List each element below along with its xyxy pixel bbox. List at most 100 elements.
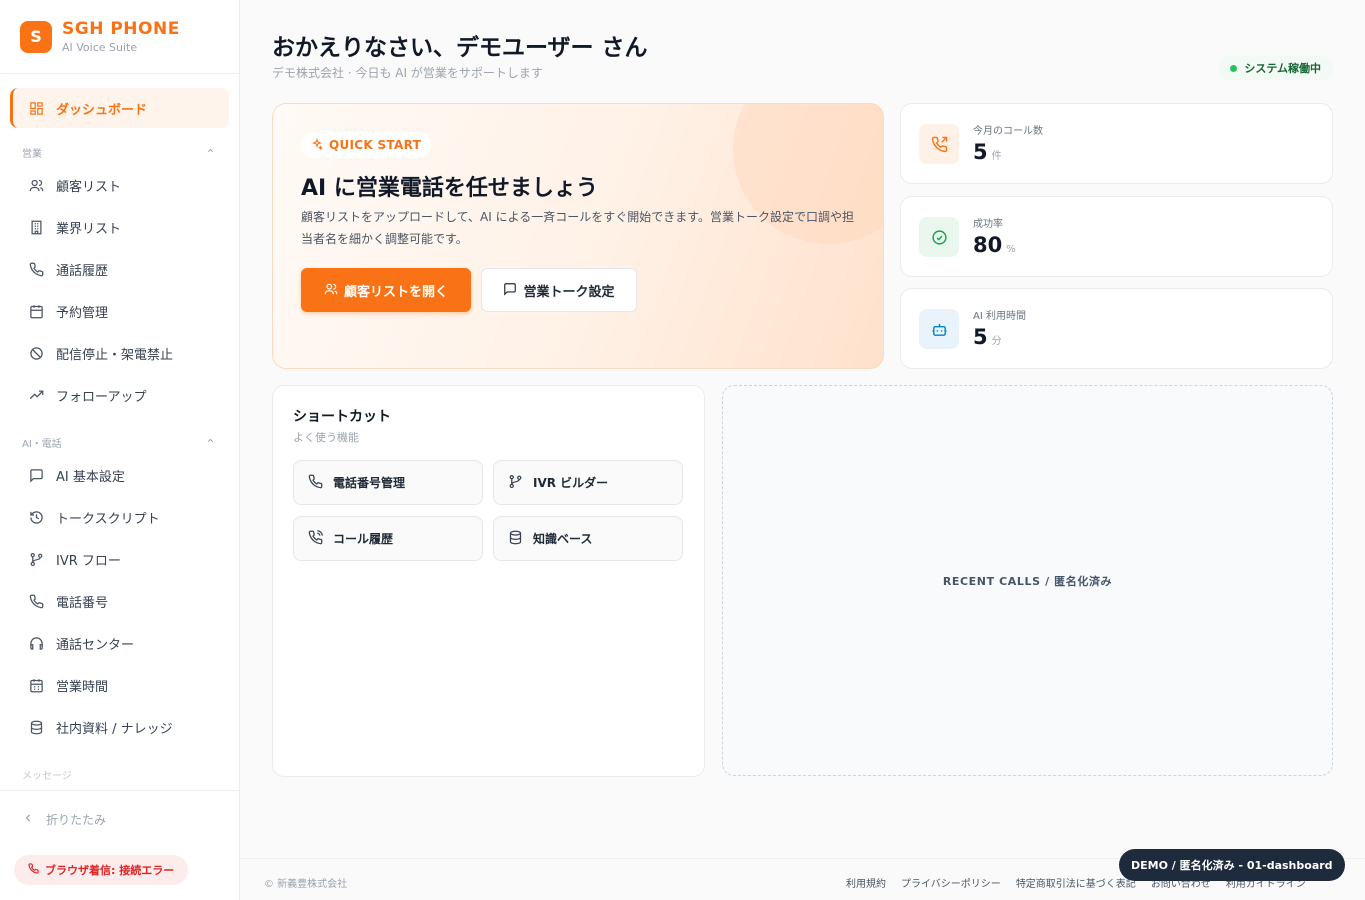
button-label: 顧客リストを開く <box>343 283 448 299</box>
sidebar-item-label: トークスクリプト <box>56 511 160 527</box>
chevron-left-icon <box>22 812 34 827</box>
section-ai-phone-header[interactable]: AI・電話 <box>10 430 229 454</box>
sidebar-item-knowledge[interactable]: 社内資料 / ナレッジ <box>10 706 229 748</box>
sidebar-item-dashboard[interactable]: ダッシュボード <box>10 88 229 128</box>
headset-icon <box>28 635 44 651</box>
sidebar-item-industries[interactable]: 業界リスト <box>10 206 229 248</box>
page-title: おかえりなさい、デモユーザー さん <box>272 35 648 61</box>
sidebar-item-reservations[interactable]: 予約管理 <box>10 290 229 332</box>
chat-icon <box>503 282 517 299</box>
shortcut-ivr-builder[interactable]: IVR ビルダー <box>493 460 683 505</box>
tag-text: QUICK START <box>329 138 422 152</box>
history-icon <box>28 509 44 525</box>
browser-call-error-badge[interactable]: ブラウザ着信: 接続エラー <box>14 855 189 885</box>
shortcuts-subtitle: よく使う機能 <box>293 431 359 444</box>
section-messages-header[interactable]: メッセージ <box>10 762 229 786</box>
hero-description: 顧客リストをアップロードして、AI による一斉コールをすぐ開始できます。営業トー… <box>301 210 855 246</box>
section-title: AI・電話 <box>22 438 62 450</box>
sidebar-item-customers[interactable]: 顧客リスト <box>10 164 229 206</box>
collapse-sidebar-button[interactable]: 折りたたみ <box>22 811 106 828</box>
stat-label: 成功率 <box>973 219 1003 230</box>
sidebar-item-talk-script[interactable]: トークスクリプト <box>10 496 229 538</box>
sidebar-item-label: 顧客リスト <box>56 179 122 195</box>
bot-icon <box>919 309 959 349</box>
recent-calls-placeholder: RECENT CALLS / 匿名化済み <box>722 385 1333 776</box>
chat-icon <box>28 467 44 483</box>
sidebar-item-ivr-flow[interactable]: IVR フロー <box>10 538 229 580</box>
database-icon <box>28 719 44 735</box>
hero-title: AI に営業電話を任せましょう <box>301 176 598 201</box>
sidebar-item-do-not-call[interactable]: 配信停止・架電禁止 <box>10 332 229 374</box>
sidebar-item-follow-up[interactable]: フォローアップ <box>10 374 229 416</box>
footer-link-commerce-law[interactable]: 特定商取引法に基づく表記 <box>1016 875 1136 890</box>
error-text: ブラウザ着信: 接続エラー <box>45 864 175 877</box>
section-sales-header[interactable]: 営業 <box>10 140 229 164</box>
section-title: 営業 <box>22 148 42 160</box>
users-icon <box>324 282 338 299</box>
sidebar-item-label: AI 基本設定 <box>56 469 125 485</box>
stat-label: AI 利用時間 <box>973 311 1026 322</box>
stat-number: 5 <box>973 325 988 349</box>
main-content: おかえりなさい、デモユーザー さん デモ株式会社 · 今日も AI が営業をサポ… <box>240 0 1365 900</box>
shortcuts-title: ショートカット <box>293 409 391 425</box>
shortcut-label: 電話番号管理 <box>333 476 406 490</box>
open-customer-list-button[interactable]: 顧客リストを開く <box>301 268 471 312</box>
quick-start-card: QUICK START AI に営業電話を任せましょう 顧客リストをアップロード… <box>272 103 884 369</box>
phone-call-icon <box>308 529 323 548</box>
brand[interactable]: S SGH PHONE AI Voice Suite <box>0 0 239 74</box>
trend-icon <box>28 387 44 403</box>
sidebar-nav: ダッシュボード 営業 顧客リスト 業界リスト 通話履歴 予約管理 配信停止・架電… <box>0 74 239 786</box>
shortcut-call-history[interactable]: コール履歴 <box>293 516 483 561</box>
shortcut-knowledge-base[interactable]: 知識ベース <box>493 516 683 561</box>
ban-icon <box>28 345 44 361</box>
phone-icon <box>308 474 323 492</box>
phone-icon <box>28 593 44 609</box>
database-icon <box>508 530 523 548</box>
shortcut-label: IVR ビルダー <box>533 476 609 490</box>
sidebar-item-label: 予約管理 <box>56 305 109 321</box>
sidebar-item-call-history[interactable]: 通話履歴 <box>10 248 229 290</box>
collapse-label: 折りたたみ <box>46 813 107 827</box>
stat-value: 80% <box>973 233 1016 257</box>
page-subtitle: デモ株式会社 · 今日も AI が営業をサポートします <box>272 66 543 80</box>
stat-card-success-rate[interactable]: 成功率 80% <box>900 196 1333 277</box>
check-circle-icon <box>919 217 959 257</box>
calendar-icon <box>28 303 44 319</box>
footer-link-terms[interactable]: 利用規約 <box>846 875 886 890</box>
brand-subtitle: AI Voice Suite <box>62 40 138 54</box>
sparkle-icon <box>311 137 324 153</box>
sidebar-item-call-center[interactable]: 通話センター <box>10 622 229 664</box>
stat-card-ai-usage[interactable]: AI 利用時間 5分 <box>900 288 1333 369</box>
sidebar-item-label: 社内資料 / ナレッジ <box>56 721 173 737</box>
calendar-icon <box>28 677 44 693</box>
shortcuts-card: ショートカット よく使う機能 電話番号管理 IVR ビルダー コール履歴 知識ベ… <box>272 385 705 777</box>
phone-outgoing-icon <box>919 124 959 164</box>
chevron-up-icon <box>206 436 215 448</box>
stat-number: 5 <box>973 140 988 164</box>
branch-icon <box>28 551 44 567</box>
shortcut-label: 知識ベース <box>533 532 593 546</box>
sidebar-item-label: 通話センター <box>56 637 135 653</box>
sidebar: S SGH PHONE AI Voice Suite ダッシュボード 営業 顧客… <box>0 0 240 900</box>
sidebar-item-label: 業界リスト <box>56 221 122 237</box>
stat-value: 5分 <box>973 325 1002 349</box>
status-badge: システム稼働中 <box>1218 56 1333 80</box>
phone-icon <box>28 261 44 277</box>
sales-talk-settings-button[interactable]: 営業トーク設定 <box>481 268 637 312</box>
shortcut-phone-number-management[interactable]: 電話番号管理 <box>293 460 483 505</box>
sidebar-item-label: フォローアップ <box>56 389 147 405</box>
stat-value: 5件 <box>973 140 1002 164</box>
quick-start-tag: QUICK START <box>301 132 432 158</box>
status-text: システム稼働中 <box>1244 62 1321 75</box>
sidebar-item-label: 電話番号 <box>56 595 109 611</box>
sidebar-item-business-hours[interactable]: 営業時間 <box>10 664 229 706</box>
stat-unit: 件 <box>991 151 1002 162</box>
demo-badge: DEMO / 匿名化済み - 01-dashboard <box>1119 849 1345 881</box>
sidebar-item-phone-numbers[interactable]: 電話番号 <box>10 580 229 622</box>
stat-unit: % <box>1006 244 1016 255</box>
users-icon <box>28 177 44 193</box>
footer-link-privacy[interactable]: プライバシーポリシー <box>901 875 1001 890</box>
stat-card-monthly-calls[interactable]: 今月のコール数 5件 <box>900 103 1333 184</box>
section-title: メッセージ <box>22 770 72 782</box>
sidebar-item-ai-settings[interactable]: AI 基本設定 <box>10 454 229 496</box>
